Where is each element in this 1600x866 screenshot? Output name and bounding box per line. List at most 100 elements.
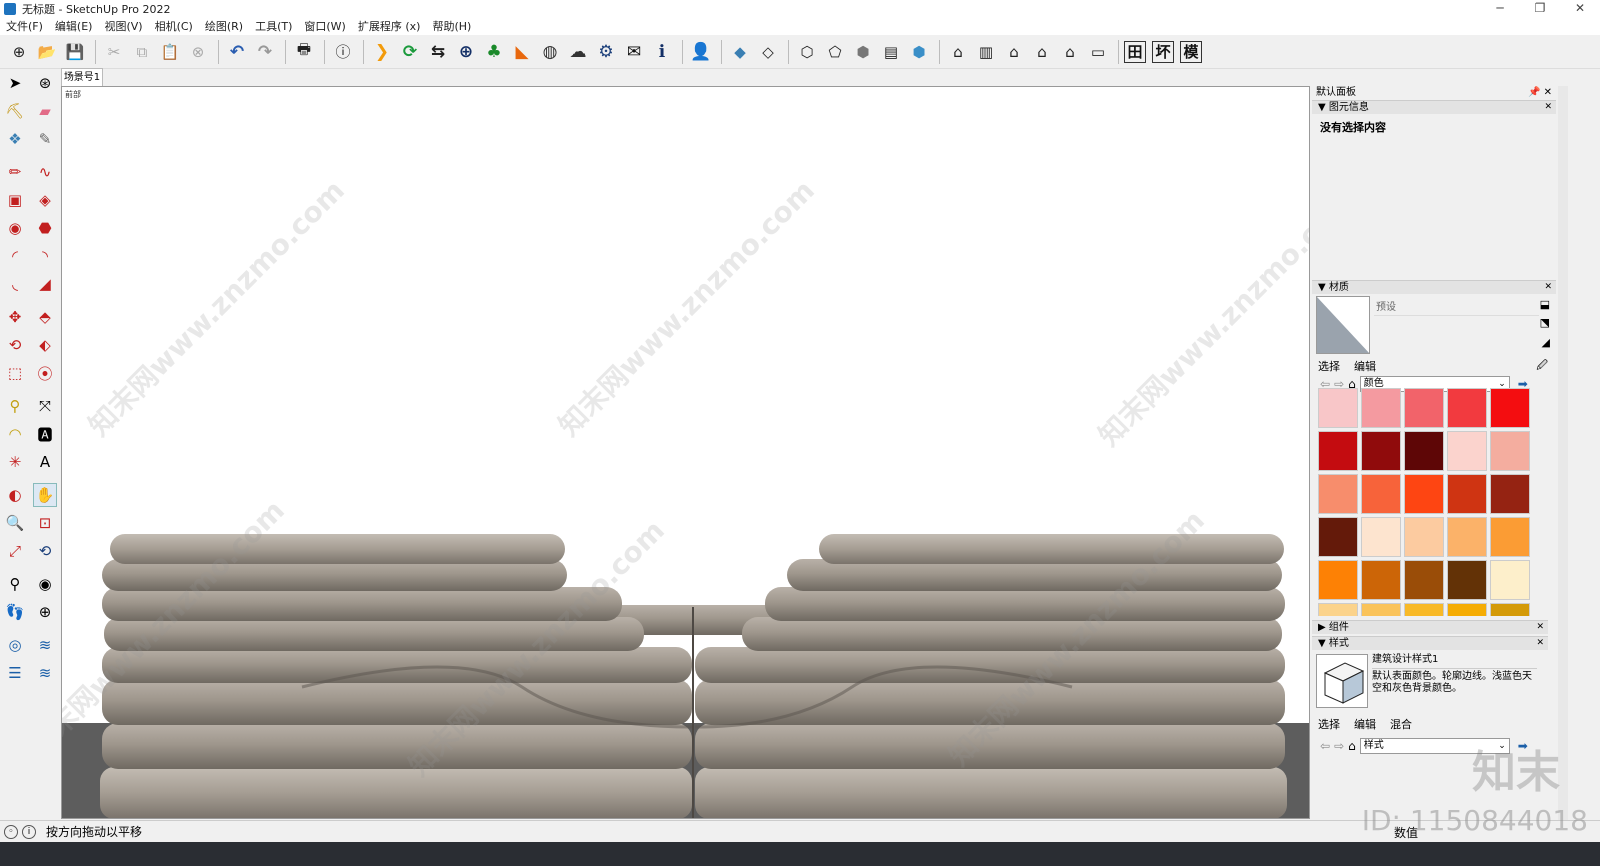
material-swatch[interactable] — [1318, 603, 1358, 616]
styles-header[interactable]: ▼ 样式 ✕ — [1312, 636, 1548, 650]
print-icon[interactable]: 🖶 — [291, 39, 317, 65]
material-swatch[interactable] — [1447, 603, 1487, 616]
rectangle-icon[interactable]: ▣ — [3, 188, 27, 212]
add-circle-icon[interactable]: ⊕ — [453, 39, 479, 65]
material-swatch[interactable] — [1361, 431, 1401, 471]
undo-icon[interactable]: ↶ — [224, 39, 250, 65]
walk-icon[interactable]: 👣 — [3, 600, 27, 624]
zoom-icon[interactable]: 🔍 — [3, 511, 27, 535]
material-swatch[interactable] — [1490, 560, 1530, 600]
fan-chart-icon[interactable]: ◣ — [509, 39, 535, 65]
text-label-icon[interactable]: 🅰 — [33, 422, 57, 446]
info-icon[interactable]: i — [22, 824, 36, 839]
line-pencil-icon[interactable]: ✏ — [3, 160, 27, 184]
make-component-icon[interactable]: ❖ — [3, 127, 27, 151]
material-swatch[interactable] — [1404, 474, 1444, 514]
styles-tab-edit[interactable]: 编辑 — [1354, 716, 1376, 732]
redo-icon[interactable]: ↷ — [252, 39, 278, 65]
paint-bucket-icon[interactable]: ⛏ — [3, 99, 27, 123]
menu-help[interactable]: 帮助(H) — [432, 18, 471, 34]
components-header[interactable]: ▶ 组件 ✕ — [1312, 620, 1548, 634]
material-swatch[interactable] — [1447, 388, 1487, 428]
scale-icon[interactable]: ⬚ — [3, 361, 27, 385]
materials-tab-edit[interactable]: 编辑 — [1354, 358, 1376, 374]
lasso-icon[interactable]: ⊛ — [33, 71, 57, 95]
material-swatch[interactable] — [1447, 560, 1487, 600]
offset-icon[interactable]: ⦿ — [33, 361, 57, 385]
transfer-icon[interactable]: ⇆ — [425, 39, 451, 65]
grid-text-button[interactable]: 田 — [1124, 40, 1146, 63]
scene-tab[interactable]: 场景号1 — [61, 68, 103, 86]
3d-text-icon[interactable]: A — [33, 450, 57, 474]
push-pull-icon[interactable]: ⬘ — [33, 305, 57, 329]
look-around-icon[interactable]: ◉ — [33, 572, 57, 596]
front-view-icon[interactable]: ⌂ — [1001, 39, 1027, 65]
material-swatch[interactable] — [1447, 474, 1487, 514]
home-icon[interactable]: ⌂ — [1348, 739, 1356, 753]
copy-icon[interactable]: ⧉ — [129, 39, 155, 65]
material-swatch[interactable] — [1404, 517, 1444, 557]
three-point-arc-icon[interactable]: ◟ — [3, 272, 27, 296]
geo-location-icon[interactable]: ◦ — [4, 824, 18, 839]
xray-icon[interactable]: ⬡ — [794, 39, 820, 65]
cube-outline-icon[interactable]: ◇ — [755, 39, 781, 65]
zoom-window-icon[interactable]: ⊡ — [33, 511, 57, 535]
open-folder-icon[interactable]: 📂 — [34, 39, 60, 65]
shaded-icon[interactable]: ⬢ — [850, 39, 876, 65]
monochrome-icon[interactable]: ⬢ — [906, 39, 932, 65]
new-file-icon[interactable]: ⊕ — [6, 39, 32, 65]
refresh-icon[interactable]: ⟳ — [397, 39, 423, 65]
shaded-textures-icon[interactable]: ▤ — [878, 39, 904, 65]
material-swatch[interactable] — [1318, 560, 1358, 600]
material-swatch[interactable] — [1447, 517, 1487, 557]
components-close-icon[interactable]: ✕ — [1536, 621, 1544, 634]
material-swatch[interactable] — [1361, 474, 1401, 514]
default-paint-icon[interactable]: ◢ — [1542, 336, 1550, 349]
save-icon[interactable]: 💾 — [62, 39, 88, 65]
section-plane-icon[interactable]: ⊕ — [33, 600, 57, 624]
tape-measure-icon[interactable]: ⚲ — [3, 394, 27, 418]
user-icon[interactable]: 👤 — [688, 39, 714, 65]
rotate-icon[interactable]: ⟲ — [3, 333, 27, 357]
menu-extensions[interactable]: 扩展程序 (x) — [358, 18, 421, 34]
huai-text-button[interactable]: 坏 — [1152, 40, 1174, 63]
minimize-button[interactable]: ─ — [1480, 0, 1520, 17]
dimension-icon[interactable]: ⤧ — [33, 394, 57, 418]
material-swatch[interactable] — [1490, 603, 1530, 616]
right-view-icon[interactable]: ⌂ — [1029, 39, 1055, 65]
material-swatch[interactable] — [1490, 431, 1530, 471]
styles-close-icon[interactable]: ✕ — [1536, 637, 1544, 650]
material-swatch[interactable] — [1361, 560, 1401, 600]
material-swatch[interactable] — [1318, 474, 1358, 514]
material-swatch[interactable] — [1447, 431, 1487, 471]
menu-tools[interactable]: 工具(T) — [255, 18, 292, 34]
entity-info-header[interactable]: ▼ 图元信息 ✕ — [1312, 100, 1556, 114]
paste-icon[interactable]: 📋 — [157, 39, 183, 65]
close-button[interactable]: ✕ — [1560, 0, 1600, 17]
material-swatch[interactable] — [1361, 388, 1401, 428]
position-camera-icon[interactable]: ⚲ — [3, 572, 27, 596]
extension-manager-icon[interactable]: ≋ — [33, 661, 57, 685]
styles-tab-select[interactable]: 选择 — [1318, 716, 1340, 732]
cut-icon[interactable]: ✂ — [101, 39, 127, 65]
materials-tab-select[interactable]: 选择 — [1318, 358, 1340, 374]
menu-view[interactable]: 视图(V) — [104, 18, 142, 34]
menu-camera[interactable]: 相机(C) — [155, 18, 193, 34]
extension-warehouse-icon[interactable]: ≋ — [33, 633, 57, 657]
plugin-orange-icon[interactable]: ❯ — [369, 39, 395, 65]
freehand-icon[interactable]: ∿ — [33, 160, 57, 184]
iso-view-icon[interactable]: ⌂ — [945, 39, 971, 65]
tray-close-icon[interactable]: 📌 ✕ — [1528, 86, 1552, 100]
model-info-icon[interactable]: ⓘ — [330, 39, 356, 65]
menu-file[interactable]: 文件(F) — [6, 18, 43, 34]
material-swatch[interactable] — [1361, 603, 1401, 616]
material-swatch[interactable] — [1490, 517, 1530, 557]
layout-send-icon[interactable]: ☰ — [3, 661, 27, 685]
rotated-rectangle-icon[interactable]: ◈ — [33, 188, 57, 212]
erase-selection-icon[interactable]: ⊗ — [185, 39, 211, 65]
protractor-icon[interactable]: ◠ — [3, 422, 27, 446]
material-swatch[interactable] — [1318, 388, 1358, 428]
materials-header[interactable]: ▼ 材质 ✕ — [1312, 280, 1556, 294]
material-swatch[interactable] — [1318, 517, 1358, 557]
material-swatch[interactable] — [1318, 431, 1358, 471]
